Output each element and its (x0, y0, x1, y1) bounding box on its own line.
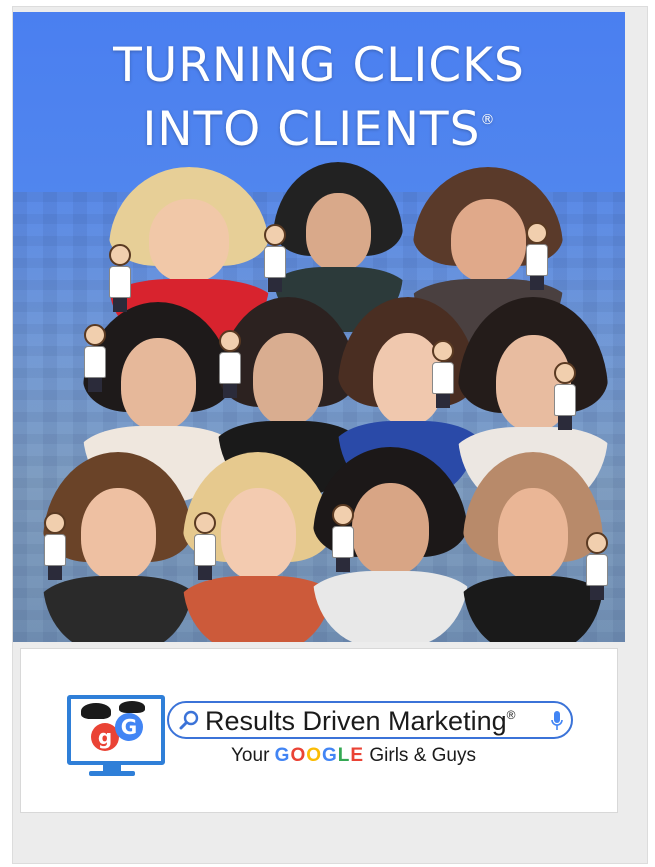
headline-line2: INTO CLIENTS® (13, 102, 625, 157)
cartoon-avatar (83, 324, 107, 392)
cartoon-avatar (218, 330, 242, 398)
tagline: Your GOOGLE Girls & Guys (231, 745, 476, 767)
cartoon-avatar (193, 512, 217, 580)
team-poster: TURNING CLICKS INTO CLIENTS® (13, 12, 625, 642)
tagline-google: GOOGLE (274, 745, 365, 766)
team-member-photo (463, 452, 603, 642)
brand-registered-mark: ® (506, 708, 516, 722)
cartoon-avatar (585, 532, 609, 600)
cartoon-avatar (108, 244, 132, 312)
brand-name: Results Driven Marketing® (205, 706, 515, 737)
brand-name-text: Results Driven Marketing (205, 706, 507, 736)
search-bar-logo: Results Driven Marketing® (167, 701, 573, 739)
brand-footer: g G Results Driven Marketing® Your GOOGL… (20, 648, 618, 813)
cartoon-avatar (331, 504, 355, 572)
cartoon-avatar (263, 224, 287, 292)
monitor-icon: g G (67, 695, 165, 776)
tagline-prefix: Your (231, 745, 270, 766)
tagline-suffix: Girls & Guys (369, 745, 476, 766)
cartoon-avatar (43, 512, 67, 580)
headline-line1: TURNING CLICKS (113, 38, 525, 93)
cartoon-avatar (525, 222, 549, 290)
monogram-g-blue: G (115, 713, 143, 741)
cartoon-avatar (553, 362, 577, 430)
headline-line2-text: INTO CLIENTS (142, 102, 481, 157)
search-icon (179, 710, 199, 730)
microphone-icon (551, 711, 563, 730)
cartoon-avatar (431, 340, 455, 408)
headline-registered-mark: ® (480, 112, 496, 128)
